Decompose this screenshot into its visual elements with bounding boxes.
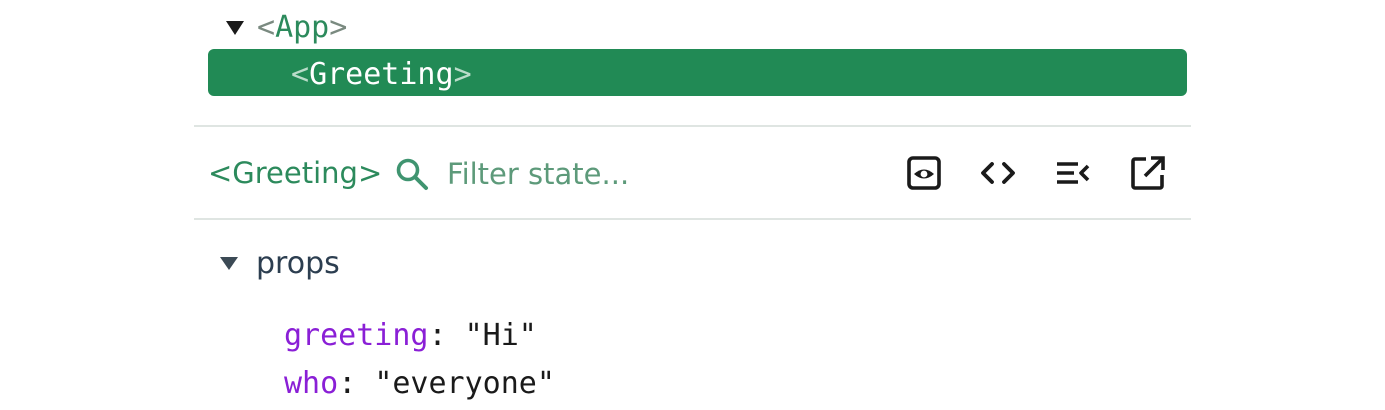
prop-colon: : bbox=[428, 318, 465, 353]
log-to-console-button[interactable] bbox=[1054, 154, 1092, 192]
collapse-triangle-icon[interactable] bbox=[220, 256, 238, 270]
tag-close-bracket: > bbox=[329, 10, 348, 45]
filter-state-input[interactable] bbox=[447, 154, 867, 194]
tree-node-greeting-label: Greeting bbox=[309, 57, 454, 92]
tree-node-app-label: App bbox=[275, 10, 330, 45]
prop-row[interactable]: who: "everyone" bbox=[284, 365, 555, 403]
divider bbox=[194, 125, 1191, 127]
tree-node-greeting[interactable]: < Greeting > bbox=[291, 57, 472, 93]
inspected-component-title: <Greeting> bbox=[208, 156, 383, 190]
tree-node-app[interactable]: < App > bbox=[226, 10, 347, 46]
vue-devtools-panel: < App > < Greeting > <Greeting> Filter s… bbox=[0, 0, 1385, 410]
external-link-icon bbox=[1131, 156, 1165, 190]
search-icon bbox=[396, 158, 428, 190]
collapse-triangle-icon[interactable] bbox=[226, 21, 244, 35]
tag-open-bracket: < bbox=[291, 57, 310, 92]
prop-value[interactable]: "Hi" bbox=[465, 318, 537, 353]
tag-open-bracket: < bbox=[257, 10, 276, 45]
props-section-label: props bbox=[256, 245, 340, 281]
open-in-editor-button[interactable] bbox=[1129, 154, 1167, 192]
code-icon bbox=[981, 162, 1015, 184]
prop-key: who bbox=[284, 366, 339, 401]
prop-colon: : bbox=[338, 366, 375, 401]
view-source-button[interactable] bbox=[979, 154, 1017, 192]
tag-close-bracket: > bbox=[453, 57, 472, 92]
prop-key: greeting bbox=[284, 318, 429, 353]
log-icon bbox=[1057, 162, 1090, 184]
eye-icon bbox=[907, 156, 941, 190]
prop-row[interactable]: greeting: "Hi" bbox=[284, 317, 537, 355]
inspect-dom-button[interactable] bbox=[905, 154, 943, 192]
prop-value[interactable]: "everyone" bbox=[374, 366, 555, 401]
props-section-header[interactable]: props bbox=[220, 243, 340, 283]
divider bbox=[194, 218, 1191, 220]
